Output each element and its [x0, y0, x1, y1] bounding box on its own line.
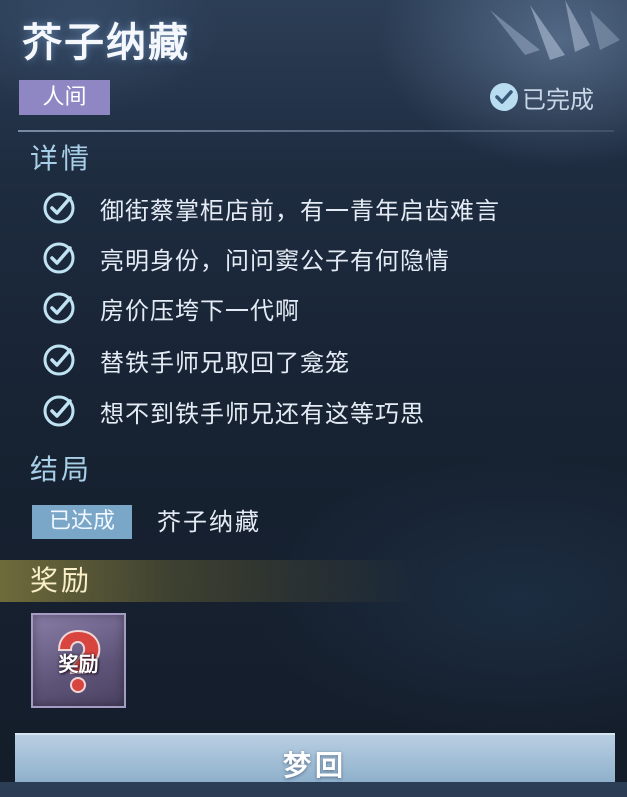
detail-item: 御街蔡掌柜店前，有一青年启齿难言: [40, 188, 500, 228]
detail-item: 想不到铁手师兄还有这等巧思: [40, 391, 425, 431]
detail-text: 房价压垮下一代啊: [100, 296, 300, 325]
category-tag: 人间: [19, 80, 110, 115]
ending-name: 芥子纳藏: [157, 508, 261, 536]
detail-text: 替铁手师兄取回了龛笼: [100, 348, 350, 377]
check-icon: [43, 344, 75, 376]
completion-status: 已完成: [488, 80, 594, 114]
detail-item: 房价压垮下一代啊: [40, 288, 300, 328]
check-icon: [43, 395, 75, 427]
reward-item-label: 奖励: [58, 652, 99, 676]
check-icon: [43, 242, 75, 274]
detail-text: 御街蔡掌柜店前，有一青年启齿难言: [100, 196, 500, 225]
status-label: 已完成: [522, 85, 594, 114]
reward-item-slot[interactable]: 奖励: [31, 613, 126, 708]
decorative-emblem-icon: [490, 0, 620, 60]
detail-text: 亮明身份，问问窦公子有何隐情: [100, 246, 450, 275]
ending-heading: 结局: [30, 453, 93, 486]
header-divider: [18, 130, 614, 132]
reward-heading: 奖励: [30, 564, 93, 597]
ending-achieved-badge: 已达成: [32, 505, 132, 539]
check-icon: [43, 292, 75, 324]
quest-title: 芥子纳藏: [22, 19, 190, 66]
dream-replay-button[interactable]: 梦回: [15, 733, 615, 782]
check-icon: [43, 192, 75, 224]
detail-item: 替铁手师兄取回了龛笼: [40, 340, 350, 380]
details-heading: 详情: [30, 142, 93, 175]
check-circle-icon: [490, 83, 518, 111]
detail-item: 亮明身份，问问窦公子有何隐情: [40, 238, 450, 278]
detail-text: 想不到铁手师兄还有这等巧思: [100, 399, 425, 428]
